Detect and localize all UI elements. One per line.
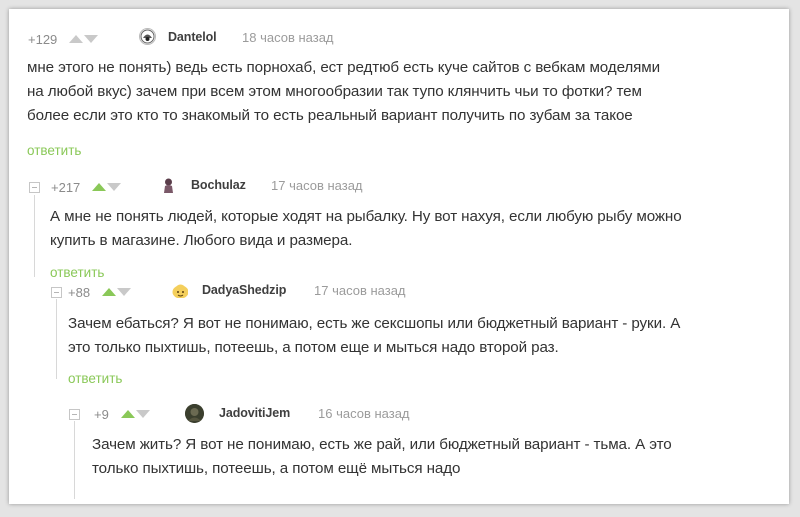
- comment-rating: +217: [51, 179, 81, 195]
- reply-link[interactable]: ответить: [50, 265, 104, 280]
- comment-line: Зачем жить? Я вот не понимаю, есть же ра…: [92, 436, 672, 453]
- collapse-thread-icon[interactable]: [69, 409, 80, 420]
- comment-line: А мне не понять людей, которые ходят на …: [50, 208, 682, 225]
- comment-username[interactable]: DadyaShedzip: [202, 283, 286, 297]
- comment-time[interactable]: 17 часов назад: [314, 283, 406, 298]
- comment-line: на любой вкус) зачем при всем этом много…: [27, 83, 642, 100]
- comment-time[interactable]: 18 часов назад: [242, 30, 334, 45]
- reply-link[interactable]: ответить: [68, 371, 122, 386]
- upvote-icon[interactable]: [69, 35, 84, 43]
- collapse-thread-icon[interactable]: [51, 287, 62, 298]
- comment-username[interactable]: Bochulaz: [191, 178, 246, 192]
- comment-thread: +129 Dantelol 18 часов назад мне этого н…: [9, 9, 789, 504]
- comment-line: купить в магазине. Любого вида и размера…: [50, 232, 353, 249]
- comment-line: это только пыхтишь, потеешь, а потом еще…: [68, 339, 559, 356]
- comment-line: мне этого не понять) ведь есть порнохаб,…: [27, 59, 661, 76]
- upvote-icon[interactable]: [120, 410, 135, 418]
- avatar-icon: [185, 404, 204, 423]
- comment-rating: +9: [94, 406, 109, 422]
- downvote-icon[interactable]: [84, 35, 99, 43]
- thread-line[interactable]: [74, 421, 75, 499]
- thread-line[interactable]: [56, 299, 57, 379]
- downvote-icon[interactable]: [117, 288, 132, 296]
- downvote-icon[interactable]: [107, 183, 122, 191]
- downvote-icon[interactable]: [135, 410, 150, 418]
- comment-header: +129: [28, 29, 99, 49]
- avatar-icon: [172, 284, 188, 298]
- comment-line: только пыхтишь, потеешь, а потом ещё мыт…: [92, 460, 461, 477]
- thread-line[interactable]: [34, 195, 35, 277]
- comment-line: более если это кто то знакомый то есть р…: [27, 107, 633, 124]
- comment-body: Зачем жить? Я вот не понимаю, есть же ра…: [92, 433, 782, 481]
- comment-rating: +129: [28, 31, 58, 47]
- avatar-icon: [160, 176, 177, 193]
- avatar[interactable]: [171, 281, 188, 298]
- avatar[interactable]: [160, 176, 177, 193]
- comment-rating: +88: [68, 284, 91, 300]
- comment-header: +9: [94, 404, 150, 424]
- upvote-icon[interactable]: [92, 183, 107, 191]
- avatar-icon: [140, 29, 155, 44]
- avatar[interactable]: [139, 28, 156, 45]
- comment-body: Зачем ебаться? Я вот не понимаю, есть же…: [68, 312, 783, 360]
- collapse-thread-icon[interactable]: [29, 182, 40, 193]
- reply-link[interactable]: ответить: [27, 143, 81, 158]
- comment-username[interactable]: Dantelol: [168, 30, 217, 44]
- comment-body: мне этого не понять) ведь есть порнохаб,…: [27, 56, 777, 128]
- upvote-icon[interactable]: [102, 288, 117, 296]
- avatar[interactable]: [185, 404, 204, 423]
- comment-username[interactable]: JadovitiJem: [219, 406, 290, 420]
- comment-time[interactable]: 16 часов назад: [318, 406, 410, 421]
- comment-line: Зачем ебаться? Я вот не понимаю, есть же…: [68, 315, 681, 332]
- comment-header: +88: [68, 282, 132, 302]
- comment-body: А мне не понять людей, которые ходят на …: [50, 205, 780, 253]
- comment-header: +217: [51, 177, 122, 197]
- comment-time[interactable]: 17 часов назад: [271, 178, 363, 193]
